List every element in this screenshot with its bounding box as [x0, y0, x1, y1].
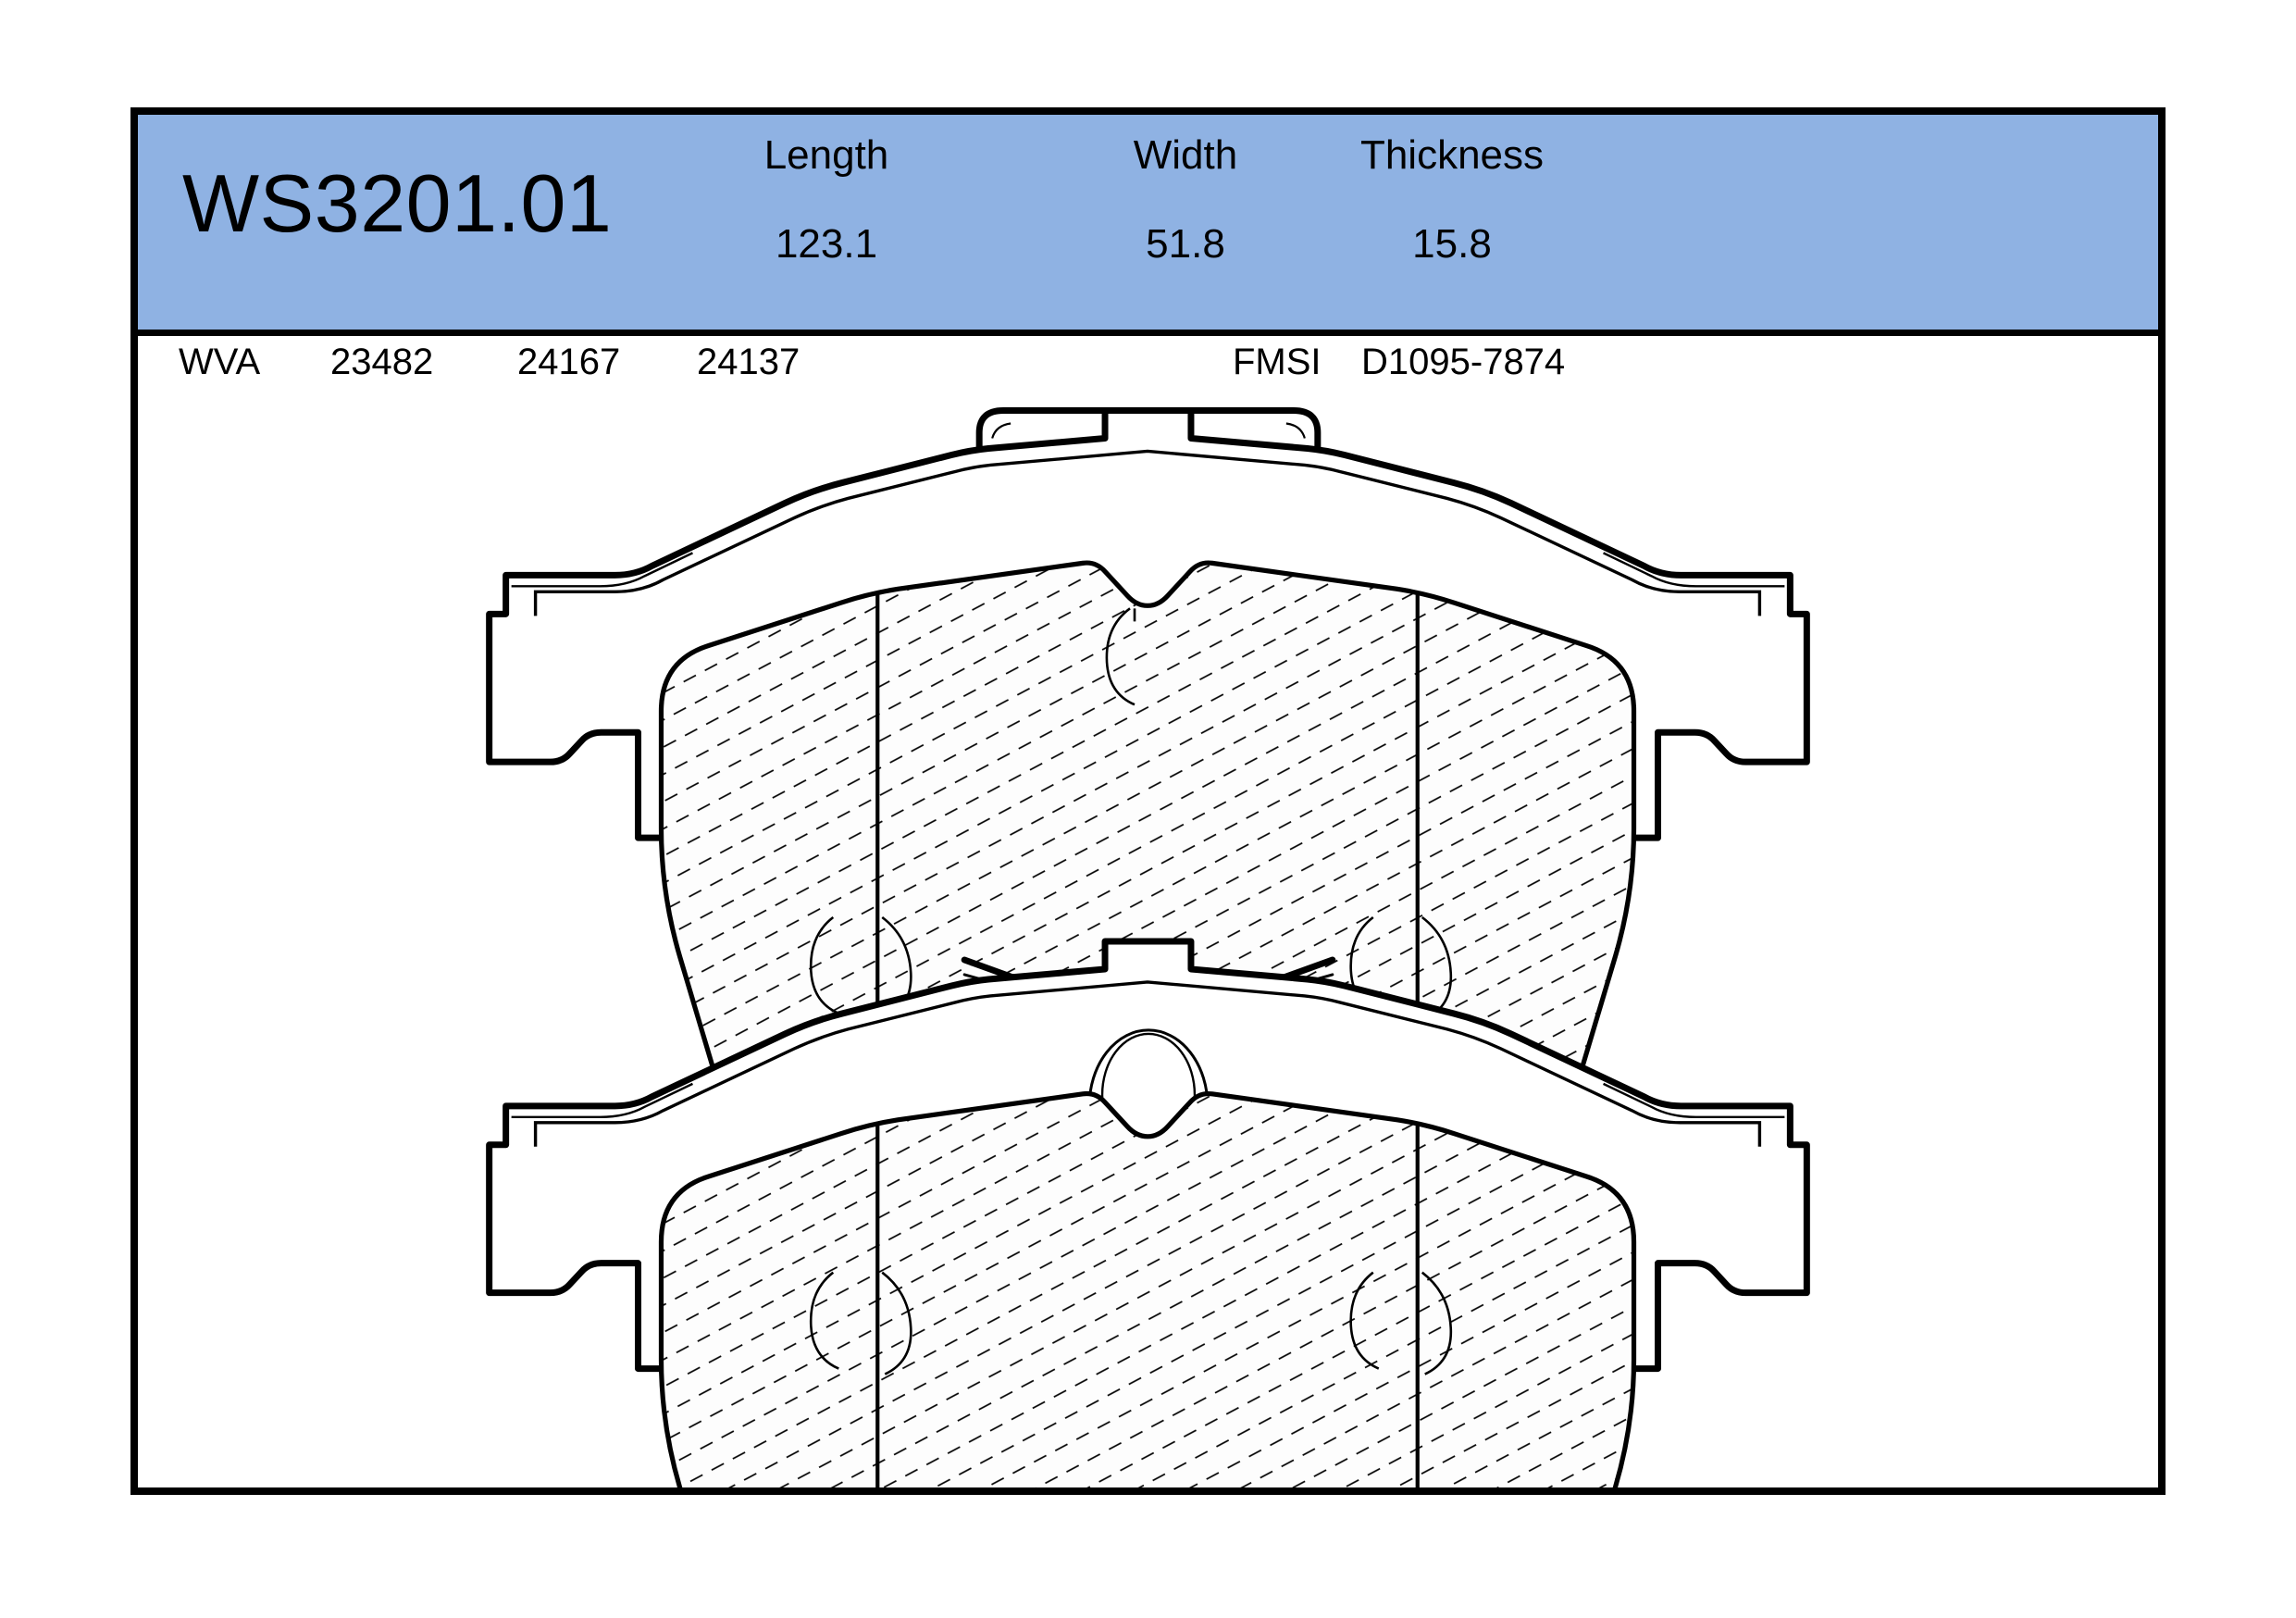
part-number: WS3201.01: [182, 157, 613, 249]
dimension-length: Length 123.1: [688, 135, 965, 265]
drawing-page: WS3201.01 Length 123.1 Width 51.8 Thickn…: [0, 0, 2296, 1618]
dimension-width-label: Width: [1133, 132, 1238, 178]
fmsi-label: FMSI: [1233, 342, 1322, 382]
reference-code-row: WVA 23482 24167 24137 FMSI D1095-7874: [138, 336, 2158, 393]
dimension-width: Width 51.8: [1047, 135, 1324, 265]
dimension-length-label: Length: [763, 132, 889, 178]
drawing-area: [138, 393, 2158, 1487]
dimension-thickness-label: Thickness: [1359, 132, 1545, 178]
dimension-thickness-value: 15.8: [1412, 221, 1492, 267]
dimension-length-value: 123.1: [775, 221, 878, 267]
technical-drawing-frame: WS3201.01 Length 123.1 Width 51.8 Thickn…: [130, 107, 2166, 1495]
brake-pad-drawing: [138, 393, 2158, 1487]
wva-code-3: 24137: [697, 342, 800, 382]
fmsi-code: D1095-7874: [1361, 342, 1566, 382]
lower-pad-view: [490, 941, 1807, 1487]
wva-code-2: 24167: [517, 342, 621, 382]
dimension-thickness: Thickness 15.8: [1313, 135, 1591, 265]
header-band: WS3201.01 Length 123.1 Width 51.8 Thickn…: [138, 115, 2158, 336]
dimension-width-value: 51.8: [1146, 221, 1225, 267]
wva-code-1: 23482: [330, 342, 434, 382]
wva-label: WVA: [179, 342, 261, 382]
